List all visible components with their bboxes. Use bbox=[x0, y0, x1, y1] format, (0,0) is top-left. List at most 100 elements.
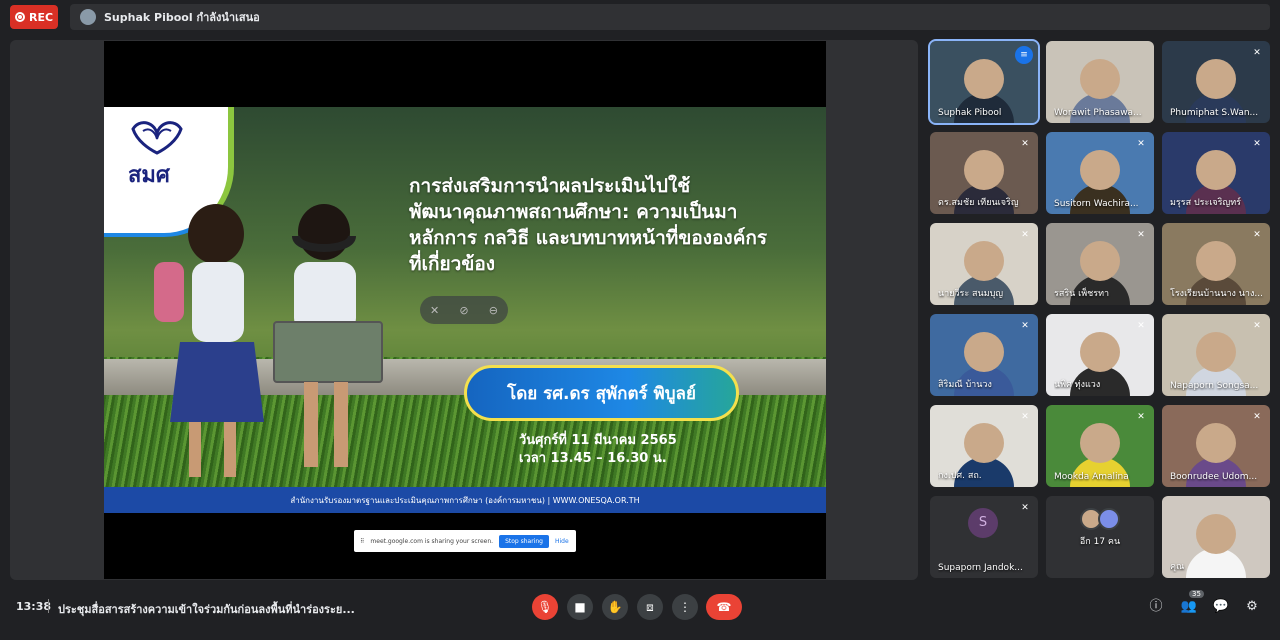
participant-video-face bbox=[1080, 59, 1120, 99]
drag-handle-icon[interactable]: ⠿ bbox=[360, 538, 364, 545]
participant-tile[interactable]: ✕ Phumiphat S.Wan... bbox=[1162, 41, 1270, 123]
participant-name: Worawit Phasawa... bbox=[1054, 108, 1142, 118]
people-count-badge: 35 bbox=[1189, 590, 1204, 598]
participant-name: สิริมณี บ้านวง bbox=[938, 380, 992, 390]
mute-remote-icon[interactable]: ⊘ bbox=[459, 304, 468, 317]
participant-name: นพิศ ทุ่งแวง bbox=[1054, 380, 1101, 390]
participant-video-face bbox=[1196, 514, 1236, 554]
participant-name: มรุรส ประเจริญทร์ bbox=[1170, 198, 1241, 208]
more-participants-avatars bbox=[1080, 508, 1120, 530]
pin-icon[interactable]: ✕ bbox=[430, 304, 439, 317]
leave-call-button[interactable]: ☎ bbox=[706, 594, 742, 620]
presenter-text: Suphak Pibool กำลังนำเสนอ bbox=[104, 11, 260, 24]
participant-tile[interactable]: ✕ Susitorn Wachira... bbox=[1046, 132, 1154, 214]
present-screen-icon: ⧈ bbox=[646, 599, 654, 614]
mic-muted-icon: ✕ bbox=[1137, 230, 1145, 240]
participant-tile[interactable]: ≡ Suphak Pibool bbox=[928, 39, 1040, 125]
mic-muted-icon: ✕ bbox=[1137, 139, 1145, 149]
microphone-toggle[interactable]: 🎙 bbox=[532, 594, 558, 620]
participant-video-face bbox=[1080, 332, 1120, 372]
meeting-info-icon[interactable]: ⓘ bbox=[1147, 598, 1165, 616]
children-illustration bbox=[154, 204, 383, 477]
hide-banner-link[interactable]: Hide bbox=[555, 538, 569, 545]
participant-name: คุณ bbox=[1170, 562, 1185, 572]
logo-heart-icon bbox=[131, 121, 183, 155]
participant-tile[interactable]: อีก 17 คน bbox=[1046, 496, 1154, 578]
rec-label: REC bbox=[28, 10, 54, 24]
participant-initial-avatar: S bbox=[968, 508, 998, 538]
more-options-button[interactable]: ⋮ bbox=[672, 594, 698, 620]
event-date: วันศุกร์ที่ 11 มีนาคม 2565 เวลา 13.45 – … bbox=[519, 432, 677, 468]
participant-name: Phumiphat S.Wan... bbox=[1170, 108, 1259, 118]
remove-icon[interactable]: ⊖ bbox=[489, 304, 498, 317]
title-line-2-a: พัฒนาคุณภาพสถานศึกษา: bbox=[409, 201, 637, 223]
participant-name: รสริน เพ็ชรทา bbox=[1054, 289, 1110, 299]
presenter-tile-controls: ✕ ⊘ ⊖ bbox=[420, 296, 508, 324]
presenter-avatar bbox=[80, 9, 96, 25]
camera-icon: ■ bbox=[574, 600, 586, 614]
title-line-3: หลักการ กลวิธี และบทบาทหน้าที่ขององค์กร bbox=[409, 227, 768, 249]
participant-tile[interactable]: S ✕ Supaporn Jandok... bbox=[930, 496, 1038, 578]
participant-name: Napaporn Songsa... bbox=[1170, 381, 1259, 391]
people-icon[interactable]: 👥 bbox=[1180, 598, 1198, 616]
bottom-bar: 13:38 ประชุมสื่อสารสร้างความเข้าใจร่วมกั… bbox=[0, 584, 1280, 640]
title-line-4: ที่เกี่ยวข้อง bbox=[409, 253, 496, 275]
participant-name: Suphak Pibool bbox=[938, 108, 1002, 118]
participant-name: อีก 17 คน bbox=[1079, 537, 1121, 547]
participant-tile[interactable]: ✕ มรุรส ประเจริญทร์ bbox=[1162, 132, 1270, 214]
participant-video-face bbox=[964, 59, 1004, 99]
share-banner-text: meet.google.com is sharing your screen. bbox=[370, 537, 494, 545]
presenter-banner: Suphak Pibool กำลังนำเสนอ bbox=[70, 4, 1270, 30]
date-line-2: เวลา 13.45 – 16.30 น. bbox=[519, 451, 667, 466]
mic-muted-icon: ✕ bbox=[1021, 230, 1029, 240]
title-line-2-b: ความเป็นมา bbox=[636, 201, 738, 223]
participant-tile[interactable]: Worawit Phasawa... bbox=[1046, 41, 1154, 123]
raise-hand-button[interactable]: ✋ bbox=[602, 594, 628, 620]
participant-video-face bbox=[964, 423, 1004, 463]
divider bbox=[48, 599, 49, 613]
activities-icon[interactable]: ⚙ bbox=[1243, 598, 1261, 616]
speaker-pill: โดย รศ.ดร สุพักตร์ พิบูลย์ bbox=[464, 365, 739, 421]
camera-toggle[interactable]: ■ bbox=[567, 594, 593, 620]
participant-video-face bbox=[1080, 241, 1120, 281]
participant-video-face bbox=[964, 241, 1004, 281]
participant-tile[interactable]: ✕ Napaporn Songsa... bbox=[1162, 314, 1270, 396]
participant-video-face bbox=[964, 150, 1004, 190]
participant-tile[interactable]: คุณ bbox=[1162, 496, 1270, 578]
participant-tile[interactable]: ✕ นพิศ ทุ่งแวง bbox=[1046, 314, 1154, 396]
participant-video-face bbox=[964, 332, 1004, 372]
top-bar: REC Suphak Pibool กำลังนำเสนอ bbox=[0, 0, 1280, 34]
participant-tile[interactable]: ✕ กง.ปศ. สถ. bbox=[930, 405, 1038, 487]
stop-sharing-button[interactable]: Stop sharing bbox=[499, 534, 549, 548]
more-vert-icon: ⋮ bbox=[679, 600, 691, 614]
slide-footer: สำนักงานรับรองมาตรฐานและประเมินคุณภาพการ… bbox=[104, 487, 826, 513]
mic-muted-icon: ✕ bbox=[1137, 321, 1145, 331]
participant-video-face bbox=[1196, 423, 1236, 463]
slide-title: การส่งเสริมการนำผลประเมินไปใช้ พัฒนาคุณภ… bbox=[409, 173, 809, 277]
participant-name: โรงเรียนบ้านนาง นาง... bbox=[1170, 289, 1263, 299]
logo-text: สมศ bbox=[128, 162, 170, 188]
mic-muted-icon: ✕ bbox=[1253, 230, 1261, 240]
participant-video-face bbox=[1196, 59, 1236, 99]
participant-name: Boonrudee Udom... bbox=[1170, 472, 1258, 482]
present-button[interactable]: ⧈ bbox=[637, 594, 663, 620]
date-line-1: วันศุกร์ที่ 11 มีนาคม 2565 bbox=[519, 433, 677, 448]
participant-tile[interactable]: ✕ นายวีระ สนมบุญ bbox=[930, 223, 1038, 305]
recording-indicator: REC bbox=[10, 5, 58, 29]
participant-name: กง.ปศ. สถ. bbox=[938, 471, 982, 481]
participant-tile[interactable]: ✕ โรงเรียนบ้านนาง นาง... bbox=[1162, 223, 1270, 305]
participant-name: Mookda Amalina bbox=[1054, 472, 1129, 482]
participant-tile[interactable]: ✕ Mookda Amalina bbox=[1046, 405, 1154, 487]
participant-video-face bbox=[1080, 423, 1120, 463]
participant-tile[interactable]: ✕ Boonrudee Udom... bbox=[1162, 405, 1270, 487]
participant-name: นายวีระ สนมบุญ bbox=[938, 289, 1004, 299]
participant-tile[interactable]: ✕ รสริน เพ็ชรทา bbox=[1046, 223, 1154, 305]
participant-name: Supaporn Jandok... bbox=[938, 563, 1023, 573]
participant-video-face bbox=[1196, 332, 1236, 372]
screen-share-banner: ⠿ meet.google.com is sharing your screen… bbox=[354, 530, 576, 552]
participant-video-face bbox=[1080, 150, 1120, 190]
chat-icon[interactable]: 💬 bbox=[1212, 598, 1230, 616]
participant-avatar bbox=[1098, 508, 1120, 530]
participant-tile[interactable]: ✕ สิริมณี บ้านวง bbox=[930, 314, 1038, 396]
participant-tile[interactable]: ✕ ดร.สมชัย เทียนเจริญ bbox=[930, 132, 1038, 214]
